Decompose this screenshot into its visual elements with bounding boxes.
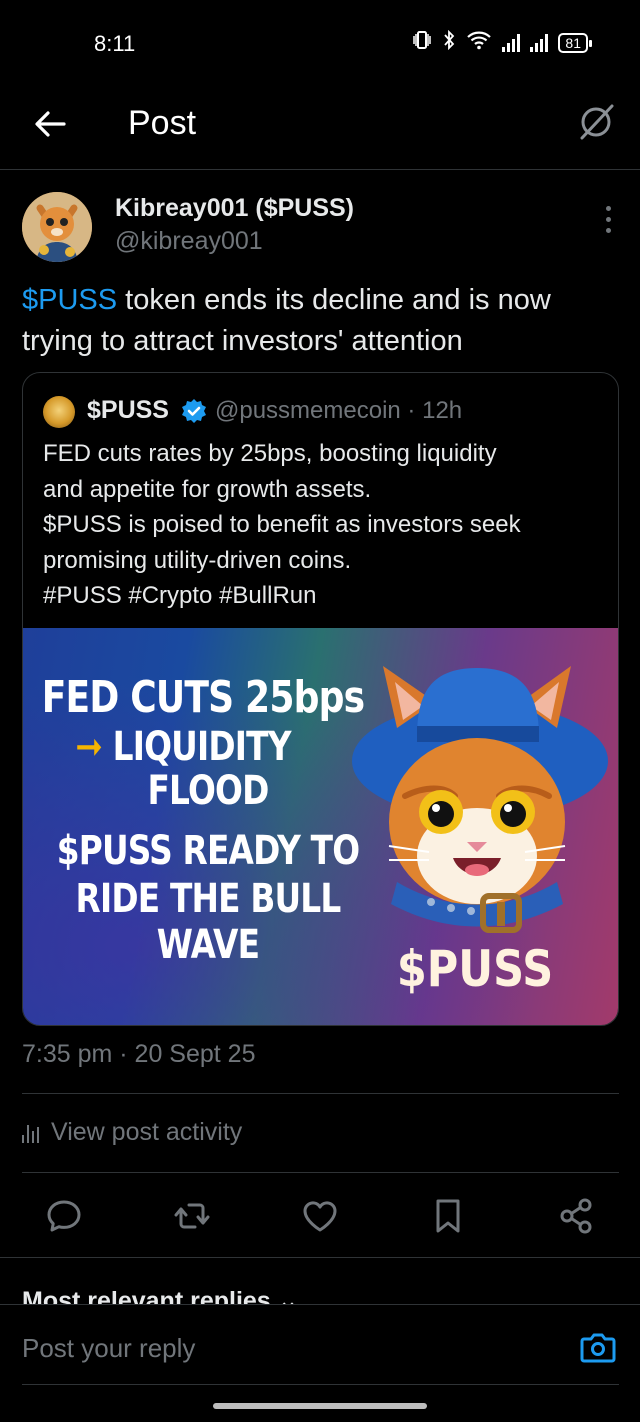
divider <box>22 1093 619 1094</box>
more-dot <box>605 228 611 233</box>
share-icon <box>560 1198 592 1234</box>
author-name[interactable]: Kibreay001 ($PUSS) <box>115 194 354 223</box>
author-handle[interactable]: @kibreay001 <box>115 227 263 256</box>
quoted-text-line: FED cuts rates by 25bps, boosting liquid… <box>43 440 497 467</box>
replies-sort-button[interactable]: Most relevant replies ⌄ <box>22 1286 299 1305</box>
reply-button[interactable] <box>44 1196 84 1236</box>
divider <box>22 1172 619 1173</box>
grok-icon <box>580 104 614 140</box>
image-headline-3: FLOOD <box>147 768 269 814</box>
grok-button[interactable] <box>574 100 618 144</box>
quoted-handle-time: @pussmemecoin · 12h <box>215 397 463 424</box>
arrow-right-icon: ➞ <box>75 724 103 770</box>
image-headline-2: ➞ LIQUIDITY <box>52 724 314 770</box>
battery-icon: 81 <box>558 32 592 53</box>
status-icons: 81 <box>412 29 592 55</box>
heart-icon <box>303 1201 337 1232</box>
quoted-text-line: $PUSS is poised to benefit as investors … <box>43 511 521 538</box>
reply-composer <box>0 1304 640 1384</box>
quoted-avatar <box>43 396 75 428</box>
avatar[interactable] <box>22 192 92 262</box>
bookmark-button[interactable] <box>428 1196 468 1236</box>
image-headline-4: $PUSS READY TO <box>56 828 360 874</box>
share-button[interactable] <box>556 1196 596 1236</box>
verified-badge-icon <box>181 398 207 424</box>
repost-icon <box>174 1203 210 1229</box>
view-post-activity-label: View post activity <box>51 1118 243 1146</box>
wifi-icon <box>466 30 492 55</box>
image-headline-2-text: LIQUIDITY <box>102 724 292 770</box>
status-bar: 8:11 81 <box>0 0 640 88</box>
bluetooth-icon <box>442 29 456 55</box>
cashtag-link[interactable]: $PUSS <box>22 284 117 316</box>
post-text: $PUSS token ends its decline and is now … <box>22 280 622 362</box>
camera-button[interactable] <box>580 1331 616 1363</box>
quoted-author-name: $PUSS <box>87 396 169 424</box>
image-headline-5: RIDE THE BULL <box>75 876 342 922</box>
divider <box>22 1384 619 1385</box>
quoted-post-image[interactable]: FED CUTS 25bps ➞ LIQUIDITY FLOOD $PUSS R… <box>23 628 618 1025</box>
quoted-text: FED cuts rates by 25bps, boosting liquid… <box>43 436 603 614</box>
vibrate-icon <box>412 30 432 55</box>
divider <box>0 1257 640 1258</box>
more-dot <box>605 217 611 222</box>
more-dot <box>605 206 611 211</box>
signal-1-icon <box>502 33 521 52</box>
bookmark-icon <box>436 1199 460 1233</box>
reply-input[interactable] <box>22 1333 502 1364</box>
quoted-hashtags[interactable]: #PUSS #Crypto #BullRun <box>43 578 603 614</box>
arrow-left-icon <box>35 111 66 137</box>
image-headline-1: FED CUTS 25bps <box>41 672 365 723</box>
top-app-bar: Post <box>0 88 640 170</box>
repost-button[interactable] <box>172 1196 212 1236</box>
replies-sort-clip: Most relevant replies ⌄ <box>0 1285 640 1305</box>
status-time: 8:11 <box>94 31 136 56</box>
quoted-post[interactable]: $PUSS @pussmemecoin · 12h FED cuts rates… <box>22 372 619 1026</box>
home-indicator[interactable] <box>213 1403 427 1409</box>
image-headline-6: WAVE <box>156 922 260 968</box>
more-options-button[interactable] <box>602 206 614 236</box>
image-brand-text: $PUSS <box>396 940 554 998</box>
quoted-text-line: promising utility-driven coins. <box>43 546 352 574</box>
camera-icon <box>580 1333 616 1363</box>
reply-icon <box>47 1200 81 1232</box>
post-timestamp: 7:35 pm · 20 Sept 25 <box>22 1040 256 1068</box>
cat-avatar-art <box>22 192 92 262</box>
signal-2-icon <box>530 33 549 52</box>
quoted-text-line: and appetite for growth assets. <box>43 475 372 503</box>
view-post-activity[interactable]: View post activity <box>22 1118 242 1147</box>
cat-mascot-illustration <box>352 666 608 933</box>
analytics-icon <box>22 1123 39 1143</box>
page-title: Post <box>128 104 197 142</box>
like-button[interactable] <box>300 1196 340 1236</box>
back-button[interactable] <box>30 104 70 144</box>
